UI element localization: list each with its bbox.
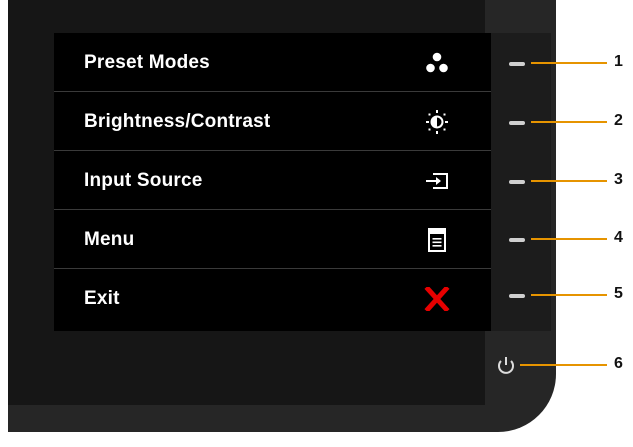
- callout-line-2: [531, 121, 607, 123]
- hardware-button-5[interactable]: [509, 294, 525, 298]
- input-source-icon: [426, 173, 448, 189]
- hardware-button-1[interactable]: [509, 62, 525, 66]
- osd-item-menu[interactable]: Menu: [54, 210, 491, 269]
- callout-number-2: 2: [614, 112, 623, 129]
- brightness-icon: [426, 110, 448, 134]
- osd-item-label: Brightness/Contrast: [84, 111, 271, 132]
- power-button-icon[interactable]: [491, 352, 521, 378]
- callout-number-5: 5: [614, 285, 623, 302]
- osd-item-preset-modes[interactable]: Preset Modes: [54, 33, 491, 92]
- osd-item-exit[interactable]: Exit: [54, 269, 491, 328]
- osd-item-label: Input Source: [84, 170, 203, 191]
- osd-menu: Preset Modes Brightness/Contrast Input S…: [54, 33, 491, 331]
- callout-line-5: [531, 294, 607, 296]
- menu-icon: [428, 228, 446, 252]
- osd-item-brightness-contrast[interactable]: Brightness/Contrast: [54, 92, 491, 151]
- callout-line-4: [531, 238, 607, 240]
- callout-line-6: [520, 364, 607, 366]
- callout-number-1: 1: [614, 53, 623, 70]
- osd-item-label: Menu: [84, 229, 135, 250]
- osd-item-input-source[interactable]: Input Source: [54, 151, 491, 210]
- callout-number-3: 3: [614, 171, 623, 188]
- osd-item-label: Preset Modes: [84, 52, 210, 73]
- osd-item-label: Exit: [84, 288, 120, 309]
- callout-line-1: [531, 62, 607, 64]
- callout-line-3: [531, 180, 607, 182]
- preset-modes-icon: [426, 52, 448, 73]
- hardware-button-4[interactable]: [509, 238, 525, 242]
- exit-x-icon: [424, 287, 450, 311]
- callout-number-6: 6: [614, 355, 623, 372]
- hardware-button-2[interactable]: [509, 121, 525, 125]
- callout-number-4: 4: [614, 229, 623, 246]
- hardware-button-3[interactable]: [509, 180, 525, 184]
- button-strip: [491, 33, 551, 331]
